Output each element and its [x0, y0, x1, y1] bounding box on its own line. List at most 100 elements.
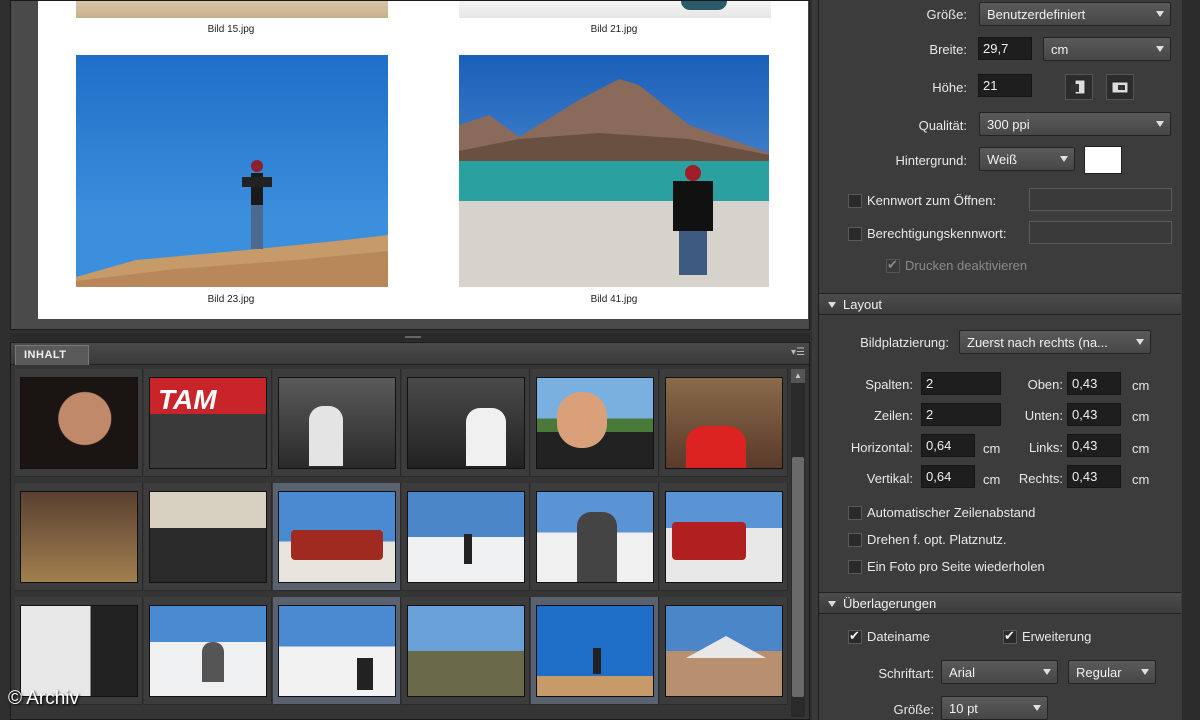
bildplatzierung-dropdown[interactable]: Zuerst nach rechts (na... — [959, 330, 1151, 354]
thumbnail-image[interactable] — [665, 491, 783, 583]
thumbnail-cell[interactable] — [531, 483, 659, 591]
thumbnail-cell[interactable] — [402, 369, 530, 477]
schriftart-value: Arial — [949, 665, 976, 680]
qualitaet-dropdown[interactable]: 300 ppi — [979, 112, 1171, 136]
kennwort-checkbox[interactable] — [848, 194, 862, 208]
thumbnail-cell[interactable] — [144, 483, 272, 591]
preview-photo-bild-21[interactable] — [459, 1, 771, 18]
thumbnail-image[interactable] — [20, 491, 138, 583]
berechtigung-checkbox[interactable] — [848, 227, 862, 241]
erweiterung-checkbox[interactable] — [1003, 628, 1017, 644]
preview-workspace: Bild 15.jpg Bild 21.jpg Bild 23.jpg Bild… — [0, 0, 812, 720]
thumbnail-image[interactable] — [278, 491, 396, 583]
panel-menu-icon[interactable]: ▾☰ — [791, 348, 805, 358]
schriftstil-dropdown[interactable]: Regular — [1068, 660, 1156, 684]
thumbnail-cell[interactable] — [531, 597, 659, 705]
drehen-label: Drehen f. opt. Platznutz. — [867, 532, 1007, 547]
preview-photo-bild-15[interactable] — [76, 1, 388, 18]
thumbnail-cell[interactable] — [402, 483, 530, 591]
ein-foto-checkbox[interactable] — [848, 560, 862, 574]
bildplatzierung-label: Bildplatzierung: — [860, 335, 949, 350]
dateiname-label: Dateiname — [867, 629, 930, 644]
unten-label: Unten: — [1024, 408, 1063, 423]
portrait-orientation-button[interactable] — [1065, 74, 1093, 100]
thumbnail-cell[interactable] — [531, 369, 659, 477]
thumbnail-image[interactable] — [536, 491, 654, 583]
unten-input[interactable]: 0,43 — [1067, 403, 1121, 426]
thumbnail-cell[interactable] — [273, 483, 401, 591]
thumbnail-image[interactable] — [407, 605, 525, 697]
thumbnail-image[interactable] — [278, 605, 396, 697]
groesse-dropdown[interactable]: Benutzerdefiniert — [979, 2, 1171, 26]
scroll-up-icon[interactable]: ▲ — [791, 369, 805, 383]
thumbnail-cell[interactable] — [15, 369, 143, 477]
panel-splitter[interactable] — [10, 333, 810, 341]
thumbnail-cell[interactable]: TAM — [144, 369, 272, 477]
preview-photo-bild-23[interactable] — [76, 55, 388, 287]
dateiname-checkbox[interactable] — [848, 628, 862, 644]
layout-section-header[interactable]: Layout — [819, 293, 1181, 315]
content-panel-header: INHALT ▾☰ — [11, 343, 809, 365]
kennwort-label: Kennwort zum Öffnen: — [867, 193, 997, 208]
thumbnail-cell[interactable] — [660, 483, 788, 591]
ueberlagerungen-section-header[interactable]: Überlagerungen — [819, 592, 1181, 614]
thumbnail-image[interactable] — [20, 377, 138, 469]
breite-unit-dropdown[interactable]: cm — [1043, 37, 1171, 61]
zeilen-input[interactable]: 2 — [921, 403, 1001, 426]
thumbnail-image[interactable] — [20, 605, 138, 697]
thumbnail-image[interactable] — [665, 605, 783, 697]
preview-caption: Bild 23.jpg — [207, 294, 255, 305]
thumbnail-image[interactable] — [665, 377, 783, 469]
thumbnail-image[interactable] — [407, 491, 525, 583]
drehen-checkbox[interactable] — [848, 533, 862, 547]
thumbnail-cell[interactable] — [144, 597, 272, 705]
thumbnail-cell[interactable] — [660, 369, 788, 477]
overlay-groesse-dropdown[interactable]: 10 pt — [941, 696, 1048, 720]
preview-caption: Bild 15.jpg — [207, 24, 255, 35]
qualitaet-label: Qualität: — [918, 118, 967, 133]
preview-photo-bild-41[interactable] — [459, 55, 769, 287]
auto-zeilenabstand-checkbox[interactable] — [848, 506, 862, 520]
hoehe-input[interactable]: 21 — [978, 74, 1032, 97]
thumbnail-image[interactable] — [149, 491, 267, 583]
horizontal-input[interactable]: 0,64 — [921, 434, 975, 457]
hintergrund-dropdown[interactable]: Weiß — [979, 147, 1075, 171]
thumbnail-image[interactable] — [536, 605, 654, 697]
berechtigung-label: Berechtigungskennwort: — [867, 226, 1007, 241]
hintergrund-color-swatch[interactable] — [1084, 146, 1122, 174]
spalten-label: Spalten: — [865, 377, 913, 392]
links-input[interactable]: 0,43 — [1067, 434, 1121, 457]
breite-input[interactable]: 29,7 — [978, 37, 1032, 60]
thumbnail-cell[interactable] — [402, 597, 530, 705]
thumbnail-image[interactable] — [149, 605, 267, 697]
drucken-checkbox[interactable] — [886, 257, 900, 273]
thumbnail-image[interactable] — [278, 377, 396, 469]
thumbnail-cell[interactable] — [273, 369, 401, 477]
thumbnail-cell[interactable] — [15, 483, 143, 591]
qualitaet-value: 300 ppi — [987, 117, 1030, 132]
thumbnail-cell[interactable] — [273, 597, 401, 705]
schriftart-dropdown[interactable]: Arial — [941, 660, 1058, 684]
settings-scrollbar[interactable] — [1182, 0, 1200, 720]
portrait-icon — [1071, 79, 1086, 95]
tab-inhalt[interactable]: INHALT — [15, 345, 89, 365]
spalten-input[interactable]: 2 — [921, 372, 1001, 395]
thumbnail-image[interactable]: TAM — [149, 377, 267, 469]
landscape-orientation-button[interactable] — [1106, 74, 1134, 100]
horizontal-unit: cm — [983, 441, 1001, 456]
berechtigung-input[interactable] — [1029, 221, 1172, 244]
preview-caption: Bild 21.jpg — [590, 24, 638, 35]
schriftstil-value: Regular — [1076, 665, 1122, 680]
rechts-unit: cm — [1132, 472, 1150, 487]
thumbnail-image[interactable] — [407, 377, 525, 469]
thumbnail-image[interactable] — [536, 377, 654, 469]
settings-panel: Größe: Benutzerdefiniert Breite: 29,7 cm… — [818, 0, 1200, 720]
oben-input[interactable]: 0,43 — [1067, 372, 1121, 395]
vertikal-input[interactable]: 0,64 — [921, 465, 975, 488]
rechts-input[interactable]: 0,43 — [1067, 465, 1121, 488]
kennwort-input[interactable] — [1029, 188, 1172, 211]
thumbnail-cell[interactable] — [660, 597, 788, 705]
scrollbar-thumb[interactable] — [792, 457, 804, 697]
preview-caption: Bild 41.jpg — [590, 294, 638, 305]
thumbnail-scrollbar[interactable]: ▲ — [791, 369, 805, 717]
